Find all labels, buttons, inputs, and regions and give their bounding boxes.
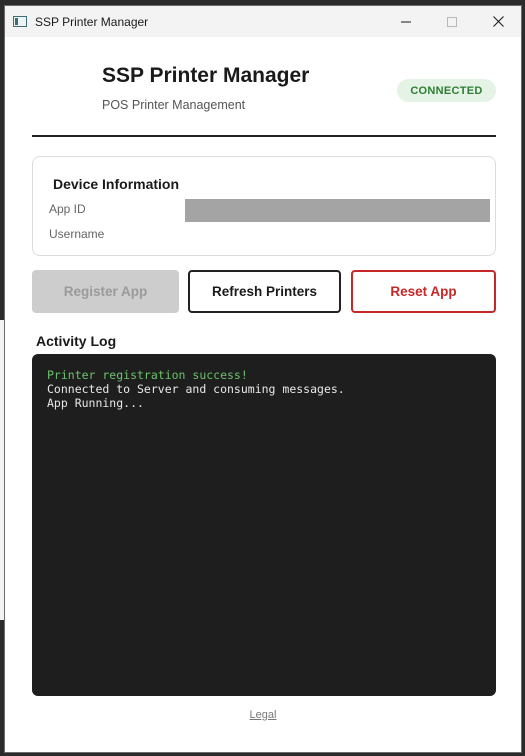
- header-divider: [32, 135, 496, 137]
- app-id-value-redacted: [185, 199, 490, 222]
- activity-log-title: Activity Log: [36, 333, 117, 349]
- app-id-label: App ID: [49, 202, 86, 216]
- minimize-button[interactable]: [383, 6, 429, 37]
- reset-app-button[interactable]: Reset App: [351, 270, 496, 313]
- legal-link[interactable]: Legal: [250, 709, 277, 721]
- app-icon: [13, 16, 27, 27]
- close-icon: [492, 16, 504, 27]
- maximize-icon: [447, 16, 457, 27]
- device-information-title: Device Information: [53, 176, 180, 192]
- register-app-button[interactable]: Register App: [32, 270, 179, 313]
- activity-log-panel[interactable]: Printer registration success! Connected …: [32, 354, 496, 696]
- close-button[interactable]: [475, 6, 521, 37]
- log-line: Connected to Server and consuming messag…: [47, 382, 345, 396]
- log-line: Printer registration success!: [47, 368, 248, 382]
- page-title: SSP Printer Manager: [102, 64, 310, 87]
- status-badge: CONNECTED: [397, 79, 496, 102]
- window-controls: [383, 6, 521, 37]
- log-line: App Running...: [47, 396, 144, 410]
- refresh-printers-button[interactable]: Refresh Printers: [188, 270, 341, 313]
- main-content: SSP Printer Manager POS Printer Manageme…: [5, 37, 521, 752]
- legal-footer: Legal: [5, 709, 521, 721]
- app-window: SSP Printer Manager SSP Printer Manager: [4, 5, 522, 753]
- minimize-icon: [401, 21, 411, 22]
- title-bar[interactable]: SSP Printer Manager: [5, 6, 521, 37]
- device-information-card: Device Information App ID Username: [32, 156, 496, 256]
- username-label: Username: [49, 227, 105, 241]
- page-subtitle: POS Printer Management: [102, 98, 246, 112]
- window-title: SSP Printer Manager: [35, 14, 149, 29]
- maximize-button[interactable]: [429, 6, 475, 37]
